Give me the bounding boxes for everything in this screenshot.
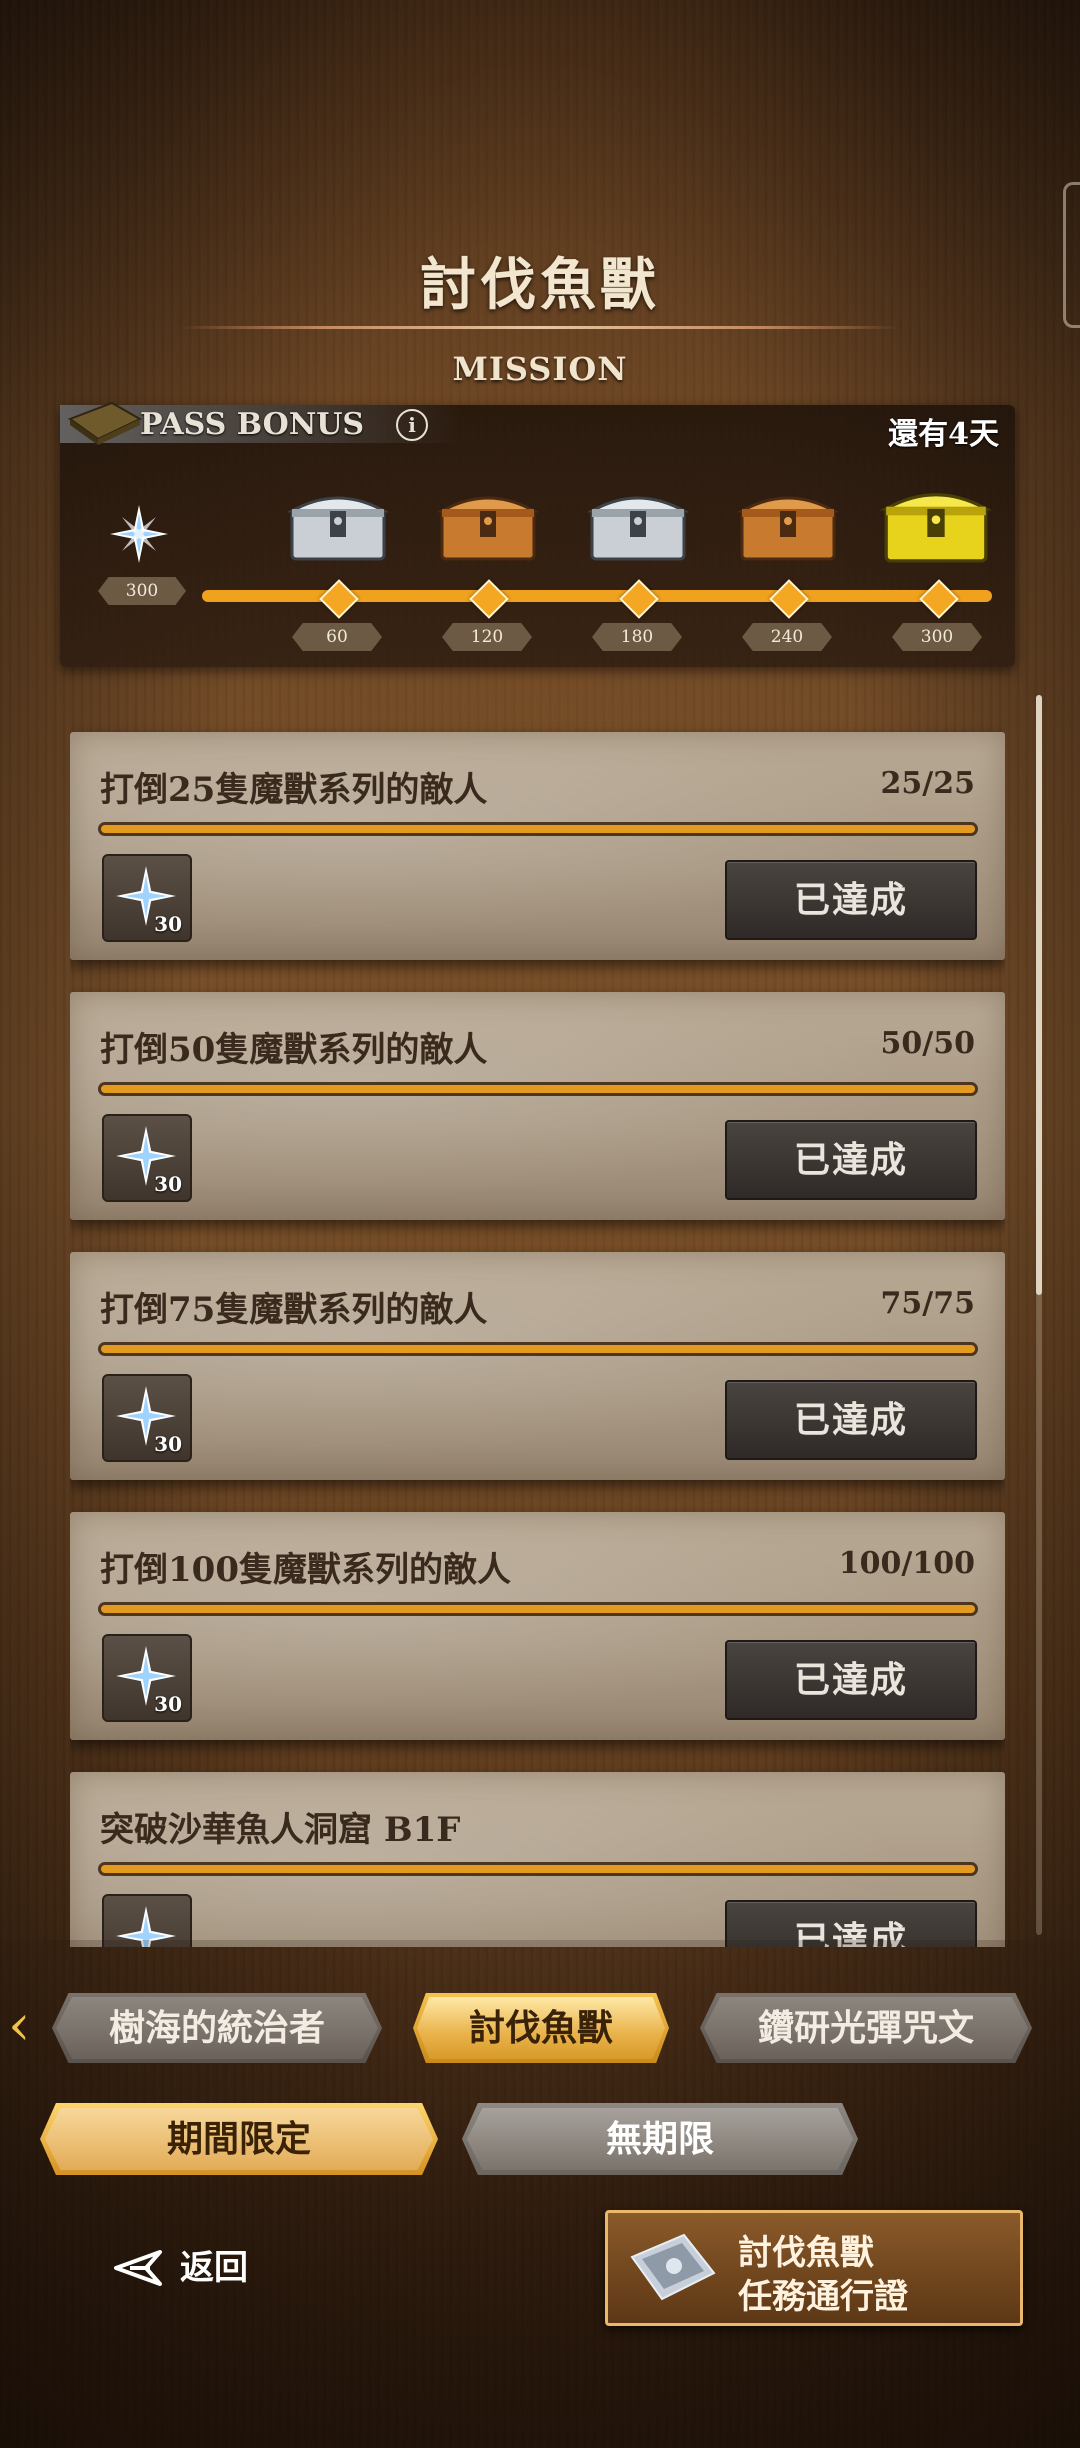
milestone-points-badge: 120: [442, 623, 532, 651]
mission-progress-count: 25/25: [880, 766, 975, 801]
mission-progress-bar: [98, 1862, 978, 1876]
milestone-points-badge: 240: [742, 623, 832, 651]
back-arrow-icon: [114, 2250, 162, 2286]
milestone-marker: [769, 579, 809, 619]
pass-book-icon: [67, 401, 143, 445]
pass-bonus-label: PASS BONUS: [140, 407, 365, 442]
achieved-button[interactable]: 已達成: [725, 1380, 977, 1460]
milestone-marker: [919, 579, 959, 619]
filter-permanent[interactable]: 無期限: [462, 2103, 858, 2175]
mission-progress-bar: [98, 1342, 978, 1356]
chest-silver-icon[interactable]: [288, 489, 388, 561]
mission-card: 突破沙華魚人洞窟 B1F 30 已達成: [70, 1772, 1005, 1947]
tab-fishbeast[interactable]: 討伐魚獸: [413, 1993, 669, 2063]
mission-description: 打倒25隻魔獸系列的敵人: [100, 770, 488, 810]
reward-item[interactable]: 30: [102, 1374, 192, 1462]
milestone-points-badge: 300: [892, 623, 982, 651]
reward-item[interactable]: 30: [102, 1634, 192, 1722]
chest-bronze-icon[interactable]: [738, 489, 838, 561]
reward-amount: 30: [154, 912, 182, 936]
mission-card: 打倒100隻魔獸系列的敵人 100/100 30 已達成: [70, 1512, 1005, 1740]
chest-silver-icon[interactable]: [588, 489, 688, 561]
achieved-button[interactable]: 已達成: [725, 1120, 977, 1200]
chest-bronze-icon[interactable]: [438, 489, 538, 561]
mission-card: 打倒50隻魔獸系列的敵人 50/50 30 已達成: [70, 992, 1005, 1220]
tab-label: 鑽研光彈咒文: [757, 2007, 974, 2049]
pass-ticket-icon: [630, 2233, 716, 2301]
filter-label: 無期限: [605, 2118, 714, 2160]
tab-label: 討伐魚獸: [468, 2007, 613, 2049]
milestone-marker: [319, 579, 359, 619]
days-left-text: 還有4天: [888, 417, 999, 452]
milestone-marker: [619, 579, 659, 619]
mission-progress-bar: [98, 822, 978, 836]
mission-progress-count: 100/100: [838, 1546, 975, 1581]
mission-scrollbar[interactable]: [1036, 695, 1042, 1935]
mission-card: 打倒25隻魔獸系列的敵人 25/25 30 已達成: [70, 732, 1005, 960]
mission-progress-count: 75/75: [880, 1286, 975, 1321]
chevron-left-icon[interactable]: ‹: [8, 1998, 32, 2058]
info-icon[interactable]: i: [396, 409, 428, 441]
tab-light-spell[interactable]: 鑽研光彈咒文: [700, 1993, 1032, 2063]
mission-description: 打倒100隻魔獸系列的敵人: [100, 1550, 511, 1590]
chest-gold-icon[interactable]: [880, 485, 992, 563]
mission-progress-bar: [98, 1082, 978, 1096]
mission-list[interactable]: 打倒25隻魔獸系列的敵人 25/25 30 已達成 打倒50隻魔獸系列的敵人 5…: [70, 722, 1005, 1947]
mission-progress-bar: [98, 1602, 978, 1616]
tab-label: 樹海的統治者: [108, 2007, 325, 2049]
mission-description: 打倒75隻魔獸系列的敵人: [100, 1290, 488, 1330]
reward-amount: 30: [154, 1692, 182, 1716]
scrollbar-thumb[interactable]: [1036, 695, 1042, 1295]
page-subtitle: MISSION: [452, 350, 628, 388]
back-button[interactable]: 返回: [100, 2238, 290, 2298]
mission-description: 突破沙華魚人洞窟 B1F: [100, 1810, 461, 1850]
reward-item[interactable]: 30: [102, 854, 192, 942]
pass-button-subtitle: 任務通行證: [738, 2277, 908, 2317]
filter-label: 期間限定: [166, 2118, 311, 2160]
achieved-button[interactable]: 已達成: [725, 860, 977, 940]
reward-item[interactable]: 30: [102, 1114, 192, 1202]
mission-card: 打倒75隻魔獸系列的敵人 75/75 30 已達成: [70, 1252, 1005, 1480]
reward-amount: 30: [154, 1172, 182, 1196]
pass-bonus-panel: PASS BONUS i 還有4天 300 60 120 180 240 300: [60, 401, 1015, 667]
mission-pass-button[interactable]: 討伐魚獸 任務通行證: [605, 2210, 1023, 2326]
star-crystal-icon: [110, 505, 168, 563]
pass-button-title: 討伐魚獸: [738, 2233, 874, 2273]
milestone-points-badge: 60: [292, 623, 382, 651]
mission-progress-count: 50/50: [880, 1026, 975, 1061]
page-title: 討伐魚獸: [420, 252, 660, 318]
reward-amount: 30: [154, 1432, 182, 1456]
back-label: 返回: [180, 2248, 248, 2288]
filter-limited-time[interactable]: 期間限定: [40, 2103, 438, 2175]
current-points-badge: 300: [98, 577, 186, 605]
tab-forest-ruler[interactable]: 樹海的統治者: [52, 1993, 382, 2063]
mission-description: 打倒50隻魔獸系列的敵人: [100, 1030, 488, 1070]
achieved-button[interactable]: 已達成: [725, 1640, 977, 1720]
milestone-points-badge: 180: [592, 623, 682, 651]
milestone-marker: [469, 579, 509, 619]
title-divider: [180, 326, 900, 329]
